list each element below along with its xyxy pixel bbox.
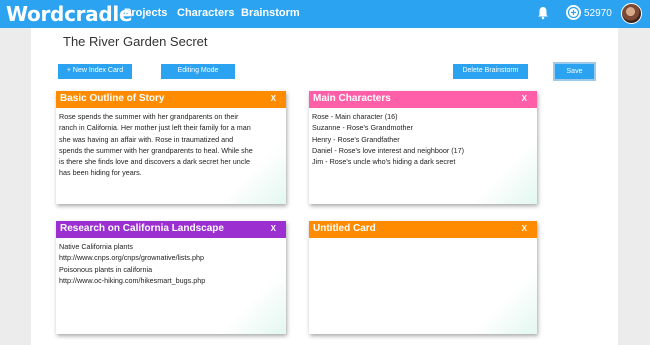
card-header: Research on California Landscape X bbox=[56, 221, 286, 238]
card-text-line: Henry - Rose's Grandfather bbox=[312, 134, 400, 144]
index-card[interactable]: Research on California Landscape X Nativ… bbox=[56, 221, 286, 334]
close-card-button[interactable]: X bbox=[271, 224, 276, 233]
coin-icon bbox=[566, 5, 581, 20]
card-text-line: ranch in California. Her mother just lef… bbox=[59, 123, 251, 133]
card-header: Main Characters X bbox=[309, 91, 537, 108]
user-avatar[interactable] bbox=[621, 3, 642, 24]
card-title: Basic Outline of Story bbox=[60, 93, 165, 104]
index-card[interactable]: Untitled Card X bbox=[309, 221, 537, 334]
card-header: Untitled Card X bbox=[309, 221, 537, 238]
card-text-line: Rose spends the summer with her grandpar… bbox=[59, 112, 239, 121]
card-text-line: she was having an affair with. Rose in t… bbox=[59, 134, 234, 144]
card-title: Main Characters bbox=[313, 93, 391, 104]
nav-characters[interactable]: Characters bbox=[177, 7, 234, 19]
index-card[interactable]: Main Characters X Rose - Main character … bbox=[309, 91, 537, 204]
card-text-line: spends the summer with her grandparents … bbox=[59, 145, 253, 155]
card-title: Research on California Landscape bbox=[60, 223, 224, 234]
card-text-line: Poisonous plants in california bbox=[59, 264, 153, 274]
delete-brainstorm-button[interactable]: Delete Brainstorm bbox=[453, 64, 528, 79]
top-navbar: Wordcradle Projects Characters Brainstor… bbox=[0, 0, 650, 28]
card-text-line: http://www.cnps.org/cnps/grownative/list… bbox=[59, 253, 205, 263]
nav-projects[interactable]: Projects bbox=[124, 7, 167, 19]
card-text-line: Rose - Main character (16) bbox=[312, 112, 398, 121]
editing-mode-button[interactable]: Editing Mode bbox=[161, 64, 235, 79]
index-card[interactable]: Basic Outline of Story X Rose spends the… bbox=[56, 91, 286, 204]
nav-brainstorm[interactable]: Brainstorm bbox=[241, 7, 300, 19]
new-index-card-button[interactable]: + New Index Card bbox=[58, 64, 132, 79]
close-card-button[interactable]: X bbox=[522, 94, 527, 103]
card-text-line: Jim - Rose's uncle who's hiding a dark s… bbox=[312, 157, 456, 167]
card-body[interactable]: Rose - Main character (16) Suzanne - Ros… bbox=[312, 111, 533, 167]
card-text-line: is there she finds love and discovers a … bbox=[59, 157, 250, 167]
save-button[interactable]: Save bbox=[553, 62, 596, 81]
card-title: Untitled Card bbox=[313, 223, 376, 234]
card-header: Basic Outline of Story X bbox=[56, 91, 286, 108]
coin-count: 52970 bbox=[584, 8, 612, 19]
close-card-button[interactable]: X bbox=[522, 224, 527, 233]
close-card-button[interactable]: X bbox=[271, 94, 276, 103]
app-logo[interactable]: Wordcradle bbox=[6, 2, 133, 26]
card-body[interactable]: Rose spends the summer with her grandpar… bbox=[59, 111, 282, 179]
bell-icon[interactable] bbox=[537, 6, 549, 20]
card-text-line: Daniel - Rose's love interest and neighb… bbox=[312, 145, 464, 155]
card-text-line: Native California plants bbox=[59, 242, 133, 251]
card-text-line: http://www.oc-hiking.com/hikesmart_bugs.… bbox=[59, 275, 206, 285]
card-body[interactable]: Native California plants http://www.cnps… bbox=[59, 241, 282, 286]
page-title: The River Garden Secret bbox=[63, 34, 208, 49]
card-text-line: has been hiding for years. bbox=[59, 168, 142, 178]
card-text-line: Suzanne - Rose's Grandmother bbox=[312, 123, 413, 133]
